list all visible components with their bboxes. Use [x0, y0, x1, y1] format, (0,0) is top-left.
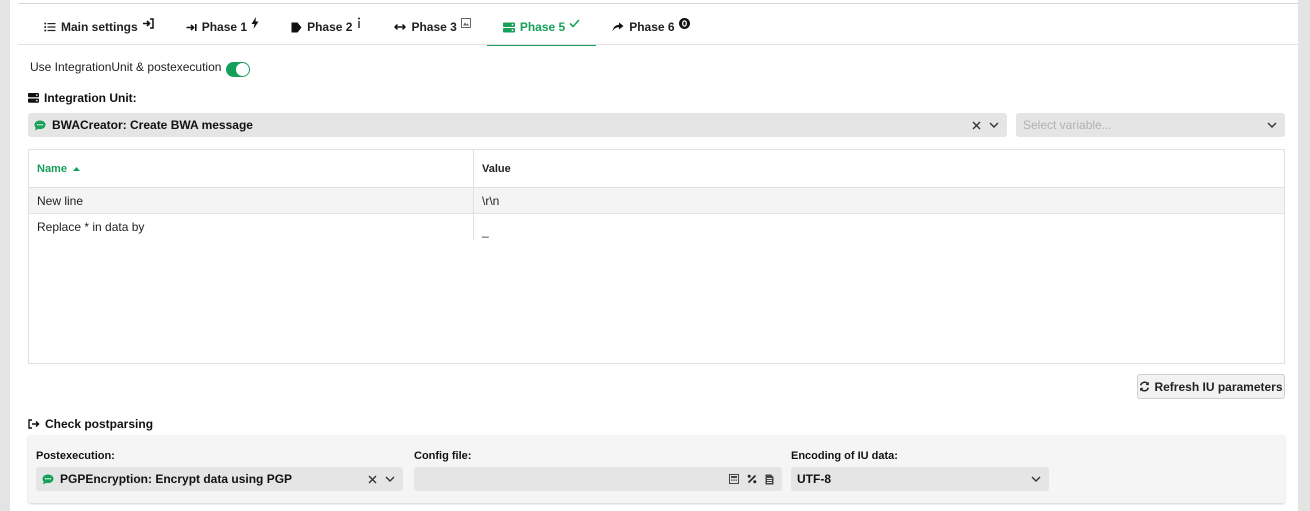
- integration-unit-value: BWACreator: Create BWA message: [52, 118, 253, 132]
- cell-value[interactable]: _: [474, 214, 1284, 240]
- chevron-down-icon[interactable]: [989, 122, 999, 128]
- tab-label: Phase 5: [519, 20, 566, 34]
- arrow-to-bar-icon: [186, 23, 197, 32]
- clear-icon[interactable]: [368, 475, 377, 484]
- postparsing-box: Postexecution: Config file: Encoding of …: [28, 435, 1285, 503]
- config-file-input[interactable]: [414, 467, 782, 491]
- refresh-icon: [1139, 381, 1150, 392]
- chevron-down-icon[interactable]: [1267, 122, 1277, 128]
- tab-bar: Main settings Phase 1 Phase 2 Phase 3 Ph…: [28, 9, 706, 46]
- column-header-value[interactable]: Value: [474, 150, 1284, 187]
- variable-placeholder: Select variable...: [1023, 118, 1112, 132]
- calculator-icon[interactable]: [729, 474, 739, 484]
- refresh-iu-parameters-button[interactable]: Refresh IU parameters: [1137, 374, 1285, 399]
- tab-label: Phase 6: [629, 20, 675, 34]
- cell-value[interactable]: \r\n: [474, 188, 1284, 213]
- tab-label: Phase 2: [307, 20, 353, 34]
- tab-label: Phase 1: [201, 20, 248, 34]
- chevron-down-icon[interactable]: [1031, 476, 1041, 482]
- list-icon: [44, 22, 56, 32]
- tab-phase-3[interactable]: Phase 3: [378, 9, 486, 45]
- integration-toggle-row: Use IntegrationUnit & postexecution: [30, 56, 251, 77]
- encoding-label: Encoding of IU data:: [791, 450, 898, 462]
- sort-asc-icon: [72, 166, 80, 171]
- zero-circle-icon: [678, 17, 690, 29]
- check-icon: [569, 18, 580, 28]
- encoding-select[interactable]: UTF-8: [791, 467, 1049, 491]
- tag-icon: [291, 22, 302, 33]
- tab-label: Phase 3: [411, 20, 457, 34]
- table-header: Name Value: [29, 150, 1284, 188]
- chat-bubble-icon: [34, 120, 46, 131]
- percent-icon[interactable]: [747, 474, 757, 484]
- server-icon: [28, 93, 39, 103]
- variable-select[interactable]: Select variable...: [1016, 113, 1285, 137]
- postexecution-label: Postexecution:: [36, 450, 115, 462]
- left-right-arrows-icon: [394, 23, 407, 31]
- tab-phase-6[interactable]: Phase 6: [596, 9, 705, 45]
- postexecution-value: PGPEncryption: Encrypt data using PGP: [60, 472, 293, 486]
- refresh-button-label: Refresh IU parameters: [1154, 379, 1283, 394]
- heading-text: Check postparsing: [45, 417, 154, 431]
- toggle-label: Use IntegrationUnit & postexecution: [30, 59, 222, 74]
- heading-text: Integration Unit:: [44, 91, 137, 105]
- encoding-value: UTF-8: [797, 472, 831, 486]
- cell-name: New line: [29, 188, 474, 213]
- server-icon: [502, 22, 515, 33]
- chat-bubble-icon: [42, 474, 54, 485]
- clear-icon[interactable]: [972, 121, 981, 130]
- check-postparsing-heading: Check postparsing: [28, 417, 153, 431]
- column-header-name[interactable]: Name: [29, 150, 474, 187]
- bolt-icon: [251, 17, 259, 29]
- sign-out-icon: [28, 419, 40, 429]
- login-arrow-icon: [142, 17, 154, 29]
- image-square-icon: [460, 18, 471, 28]
- share-arrow-icon: [612, 22, 624, 32]
- chevron-down-icon[interactable]: [385, 476, 395, 482]
- integration-unit-heading: Integration Unit:: [28, 91, 137, 105]
- settings-panel: Main settings Phase 1 Phase 2 Phase 3 Ph…: [10, 0, 1298, 511]
- toggle-knob: [236, 63, 250, 76]
- file-icon[interactable]: [765, 474, 774, 485]
- integration-unit-select[interactable]: BWACreator: Create BWA message: [28, 113, 1007, 137]
- table-row[interactable]: Replace * in data by _: [29, 214, 1284, 240]
- config-file-label: Config file:: [414, 450, 472, 462]
- tab-phase-2[interactable]: Phase 2: [275, 9, 378, 45]
- cell-name: Replace * in data by: [29, 214, 474, 240]
- tab-phase-5[interactable]: Phase 5: [486, 9, 597, 46]
- vertical-dots-icon: [356, 17, 362, 29]
- tab-label: Main settings: [61, 20, 138, 34]
- integration-toggle-switch[interactable]: [226, 62, 251, 77]
- top-divider: [18, 3, 1298, 4]
- tab-phase-1[interactable]: Phase 1: [170, 9, 275, 45]
- table-row[interactable]: New line \r\n: [29, 188, 1284, 214]
- tabs-divider: [18, 44, 1298, 45]
- postexecution-select[interactable]: PGPEncryption: Encrypt data using PGP: [36, 467, 403, 491]
- iu-parameters-table: Name Value New line \r\n Replace * in da…: [28, 149, 1285, 364]
- tab-main-settings[interactable]: Main settings: [28, 9, 170, 45]
